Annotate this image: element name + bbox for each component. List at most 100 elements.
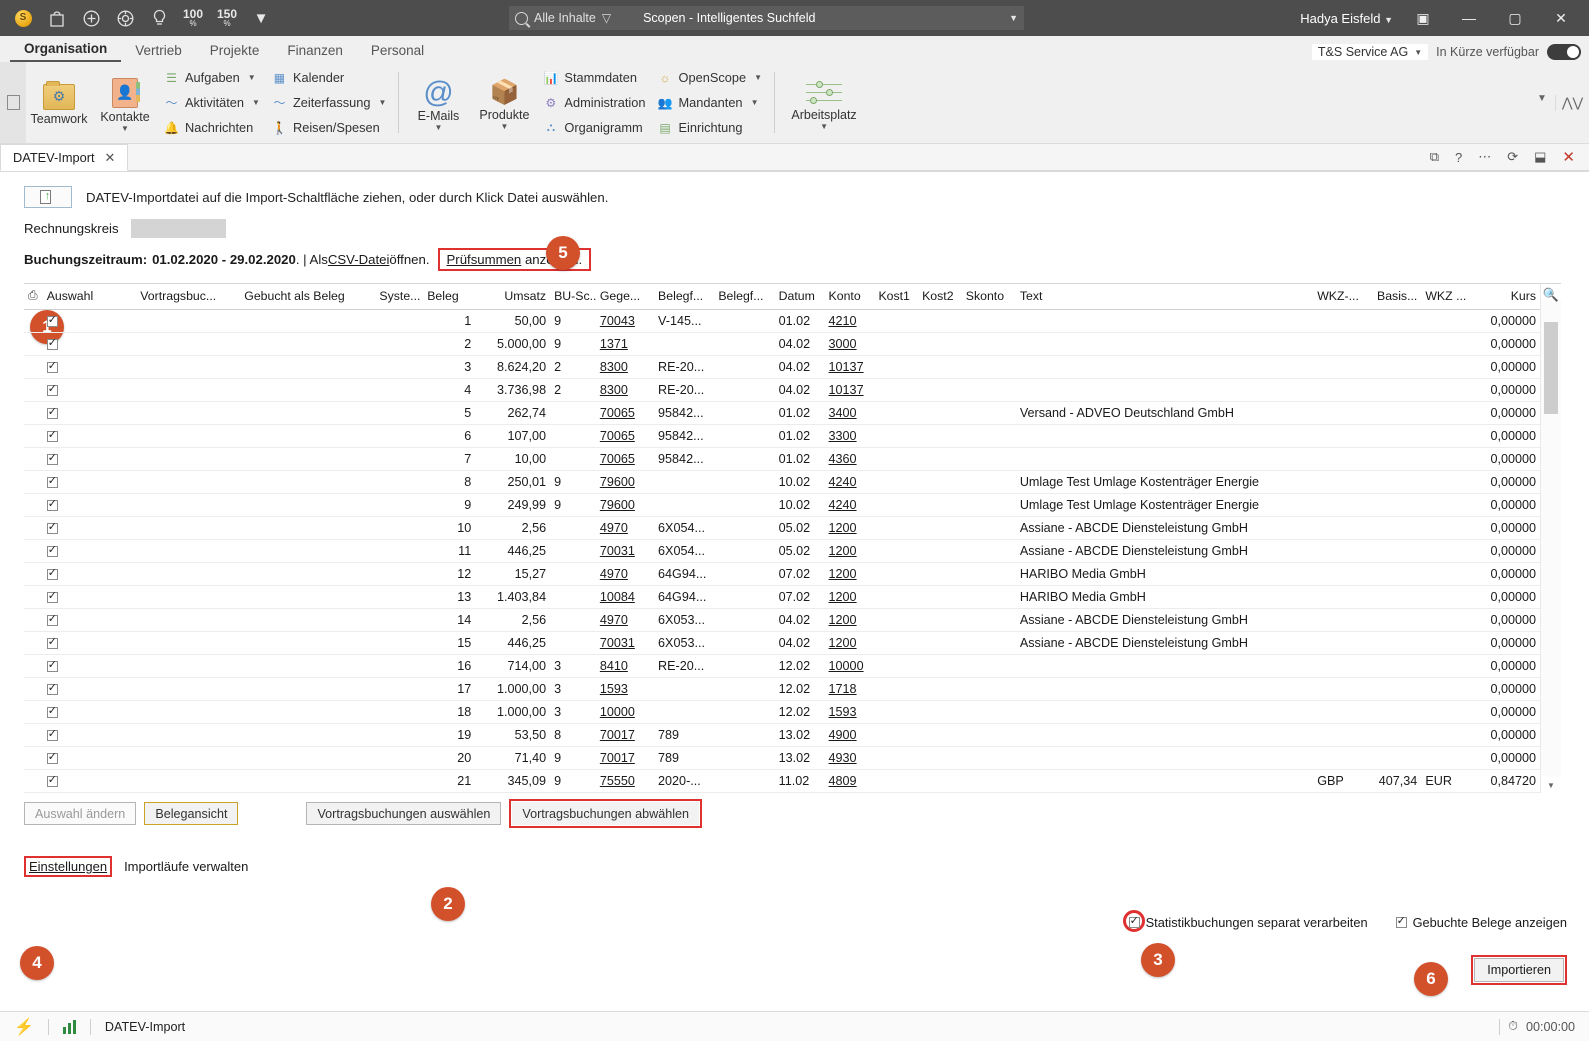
bulb-icon[interactable] [144,4,174,32]
filter-icon[interactable]: ▽ [602,11,611,25]
row-select-cell[interactable] [42,562,137,586]
ribbon-item-mandanten[interactable]: 👥 Mandanten ▼ [658,92,763,114]
cell-gegenkonto-link[interactable]: 4970 [600,613,628,627]
document-tab-datev-import[interactable]: DATEV-Import ✕ [0,144,129,171]
ribbon-item-administration[interactable]: ⚙ Administration [543,92,646,114]
global-search-box[interactable]: Alle Inhalte ▽ Scopen - Intelligentes Su… [509,6,1024,30]
ribbon-item-einrichtung[interactable]: ▤ Einrichtung [658,117,763,139]
ribbon-item-stammdaten[interactable]: 📊 Stammdaten [543,67,645,89]
importieren-button[interactable]: Importieren [1474,958,1564,982]
table-row[interactable]: 150,009 70043 V-145... 01.02 4210 0,00000 [24,309,1540,333]
cell-gegenkonto-link[interactable]: 70017 [600,751,635,765]
ribbon-item-aufgaben[interactable]: ☰ Aufgaben ▼ [164,67,260,89]
availability-toggle[interactable] [1547,44,1581,60]
table-row[interactable]: 15446,25 70031 6X053... 04.02 1200 Assiane - … [24,631,1540,655]
cell-gegenkonto-link[interactable]: 1593 [600,682,628,696]
cell-gegenkonto-link[interactable]: 75550 [600,774,635,788]
column-print-icon[interactable]: ⎙ [24,284,43,310]
table-row[interactable]: 5262,74 70065 95842... 01.02 3400 Versand - A… [24,401,1540,425]
row-checkbox[interactable] [46,544,58,558]
zoom-150-icon[interactable]: 150% [212,4,242,32]
ribbon-button-produkte[interactable]: 📦 Produkte ▼ [471,62,537,143]
menu-tab-vertrieb[interactable]: Vertrieb [121,41,196,62]
cell-gegenkonto-link[interactable]: 70065 [600,406,635,420]
cell-konto-link[interactable]: 3000 [829,337,857,351]
ribbon-signal-icon[interactable]: ⋀⋁ [1562,95,1583,111]
ribbon-item-organigramm[interactable]: ⛬ Organigramm [543,117,645,139]
cell-gegenkonto-link[interactable]: 70065 [600,452,635,466]
column-basis[interactable]: Basis... [1367,284,1422,310]
scroll-down-icon[interactable]: ▼ [1541,777,1561,793]
more-icon[interactable]: ⋯ [1478,149,1491,165]
vortragsbuchungen-abwaehlen-button[interactable]: Vortragsbuchungen abwählen [512,802,700,825]
ribbon-item-nachrichten[interactable]: 🔔 Nachrichten [164,117,260,139]
cell-konto-link[interactable]: 1200 [829,567,857,581]
cell-konto-link[interactable]: 4240 [829,498,857,512]
table-row[interactable]: 1215,27 4970 64G94... 07.02 1200 HARIBO Media… [24,562,1540,586]
column-auswahl[interactable]: Auswahl [42,284,137,310]
row-checkbox[interactable] [46,383,58,397]
auswahl-aendern-button[interactable]: Auswahl ändern [24,802,137,825]
row-checkbox[interactable] [46,682,58,696]
column-gebucht-als-beleg[interactable]: Gebucht als Beleg [240,284,376,310]
cell-konto-link[interactable]: 10137 [829,383,864,397]
column-bu-schluessel[interactable]: BU-Sc... [550,284,596,310]
company-selector[interactable]: T&S Service AG ▼ [1311,44,1429,60]
table-row[interactable]: 6107,00 70065 95842... 01.02 3300 0,00000 [24,424,1540,448]
einstellungen-link[interactable]: Einstellungen [26,858,110,875]
table-row[interactable]: 11446,25 70031 6X054... 05.02 1200 Assiane - … [24,539,1540,563]
table-row[interactable]: 43.736,982 8300 RE-20... 04.02 10137 0,00000 [24,378,1540,402]
column-beleg[interactable]: Beleg [423,284,476,310]
column-vortragsbuchung[interactable]: Vortragsbuc... [136,284,241,310]
cell-konto-link[interactable]: 4210 [829,314,857,328]
column-gegenkonto[interactable]: Gege... [595,284,655,310]
cell-gegenkonto-link[interactable]: 70065 [600,429,635,443]
row-checkbox[interactable] [46,728,58,742]
quick-access-overflow-icon[interactable]: ▼ [246,4,276,32]
ribbon-item-aktivitaeten[interactable]: 〜 Aktivitäten ▼ [164,92,259,114]
zoom-100-icon[interactable]: 100% [178,4,208,32]
row-checkbox[interactable] [46,590,58,604]
cell-konto-link[interactable]: 1200 [829,613,857,627]
importlaeufe-link[interactable]: Importläufe verwalten [124,859,248,874]
cell-konto-link[interactable]: 1593 [829,705,857,719]
table-row[interactable]: 131.403,84 10084 64G94... 07.02 1200 HARIBO M… [24,585,1540,609]
cell-konto-link[interactable]: 4930 [829,751,857,765]
cell-gegenkonto-link[interactable]: 70031 [600,544,635,558]
row-checkbox[interactable] [46,774,58,788]
import-drop-button[interactable]: ↑ [24,186,72,208]
target-icon[interactable] [110,4,140,32]
cell-gegenkonto-link[interactable]: 1371 [600,337,628,351]
column-wkz1[interactable]: WKZ-... [1313,284,1368,310]
gebuchte-belege-option[interactable]: Gebuchte Belege anzeigen [1395,915,1567,930]
cell-konto-link[interactable]: 1200 [829,590,857,604]
row-checkbox[interactable] [46,360,58,374]
document-tab-close-icon[interactable]: ✕ [105,150,116,166]
cell-konto-link[interactable]: 3400 [829,406,857,420]
row-checkbox[interactable] [46,406,58,420]
ribbon-button-emails[interactable]: @ E-Mails ▼ [405,62,471,143]
row-select-cell[interactable] [42,539,137,563]
gebuchte-belege-checkbox[interactable] [1395,915,1407,928]
ribbon-item-kalender[interactable]: ▦ Kalender [272,67,386,89]
user-menu[interactable]: Hadya Eisfeld ▼ [1294,11,1399,26]
row-select-cell[interactable] [42,424,137,448]
table-row[interactable]: 8250,019 79600 10.02 4240 Umlage Test Umlage… [24,470,1540,494]
table-vertical-scrollbar[interactable]: ▲ ▼ [1540,284,1561,793]
column-kurs[interactable]: Kurs [1469,284,1540,310]
cell-konto-link[interactable]: 4360 [829,452,857,466]
row-select-cell[interactable] [42,493,137,517]
menu-tab-finanzen[interactable]: Finanzen [273,41,357,62]
row-select-cell[interactable] [42,700,137,724]
cell-gegenkonto-link[interactable]: 8410 [600,659,628,673]
maximize-button[interactable]: ▢ [1493,1,1537,35]
close-button[interactable]: ✕ [1539,1,1583,35]
row-checkbox[interactable] [46,636,58,650]
row-checkbox[interactable] [46,475,58,489]
cell-konto-link[interactable]: 1200 [829,544,857,558]
row-select-cell[interactable] [42,470,137,494]
search-dropdown-icon[interactable]: ▼ [1009,13,1018,23]
ribbon-item-zeiterfassung[interactable]: 〜 Zeiterfassung ▼ [272,92,386,114]
row-select-cell[interactable] [42,608,137,632]
bag-icon[interactable] [42,4,72,32]
